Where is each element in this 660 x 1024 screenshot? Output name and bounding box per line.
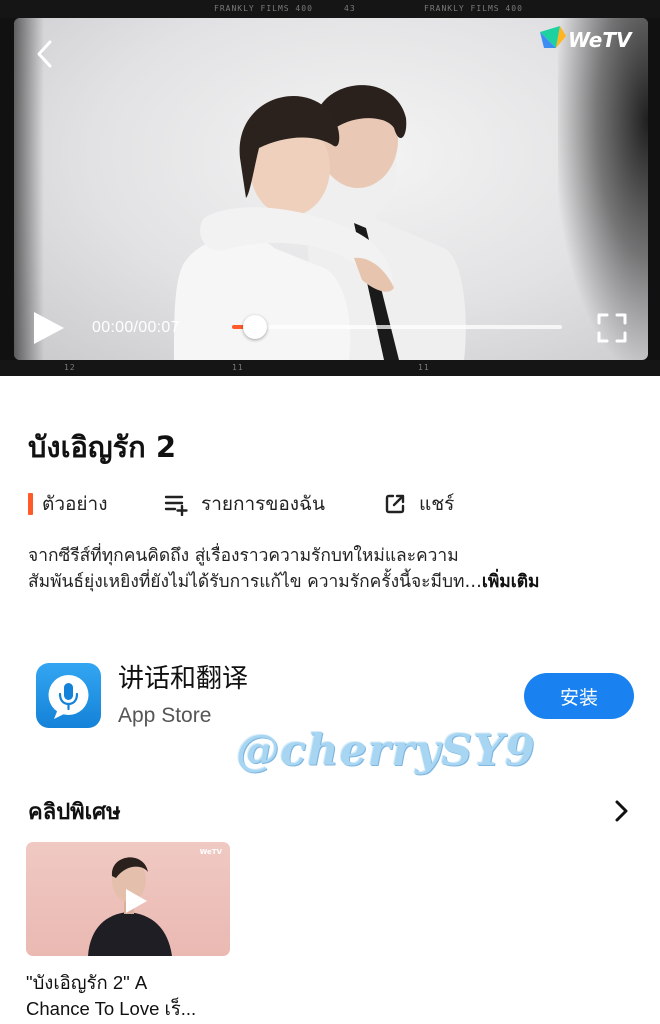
film-vignette-right (558, 18, 648, 360)
watermark-text: @cherrySY9 (236, 726, 536, 776)
share-button[interactable]: แชร์ (384, 489, 454, 519)
trailer-button[interactable]: ตัวอย่าง (28, 489, 108, 519)
clip-caption-line: Chance To Love เร็... (26, 998, 197, 1019)
video-player[interactable]: FRANKLY FILMS 400 43 FRANKLY FILMS 400 1… (0, 0, 660, 376)
clip-play-icon[interactable] (123, 887, 149, 915)
wetv-logo-icon: WeTV (540, 26, 633, 52)
add-to-list-icon (164, 495, 188, 516)
time-readout: 00:00/00:07 (92, 319, 180, 336)
synopsis-line: จากซีรีส์ที่ทุกคนคิดถึง สู่เรื่องราวความ… (28, 546, 459, 566)
app-icon[interactable] (36, 663, 101, 728)
my-list-label: รายการของฉัน (201, 493, 325, 515)
film-mark: 11 (418, 363, 430, 372)
action-row: ตัวอย่าง รายการของฉัน แชร์ (28, 489, 648, 519)
show-title: บังเอิญรัก 2 (28, 430, 177, 464)
film-mark: FRANKLY FILMS 400 (214, 4, 313, 13)
seek-thumb[interactable] (243, 315, 268, 339)
share-label: แชร์ (419, 493, 455, 515)
clip-caption-line: "บังเอิญรัก 2" A (26, 972, 148, 993)
install-button[interactable]: 安装 (524, 673, 634, 719)
video-frame[interactable] (14, 18, 648, 360)
clip-caption[interactable]: "บังเอิญรัก 2" A Chance To Love เร็... (26, 970, 246, 1022)
film-mark: 11 (232, 363, 244, 372)
film-mark: FRANKLY FILMS 400 (424, 4, 523, 13)
synopsis-text: สัมพันธ์ยุ่งเหยิงที่ยังไม่ได้รับการแก้ไข… (28, 572, 482, 592)
my-list-button[interactable]: รายการของฉัน (164, 489, 325, 519)
section-title: คลิปพิเศษ (28, 800, 121, 825)
back-arrow-icon[interactable] (30, 38, 60, 70)
read-more-link[interactable]: เพิ่มเติม (482, 572, 540, 592)
trailer-label: ตัวอย่าง (42, 493, 108, 515)
fullscreen-icon[interactable] (596, 312, 628, 344)
play-icon[interactable] (30, 310, 68, 346)
film-mark: 12 (64, 363, 76, 372)
wetv-logo-text: WeTV (568, 28, 633, 52)
clip-logo-text: WeTV (199, 848, 222, 856)
ad-app-name[interactable]: 讲话和翻译 (118, 658, 248, 695)
film-strip-top: FRANKLY FILMS 400 43 FRANKLY FILMS 400 (0, 0, 660, 18)
synopsis: จากซีรีส์ที่ทุกคนคิดถึง สู่เรื่องราวความ… (28, 543, 640, 595)
seek-bar[interactable] (232, 315, 562, 339)
share-icon (385, 494, 405, 514)
ad-store-label: App Store (118, 704, 212, 727)
film-mark: 43 (344, 4, 356, 13)
film-strip-bottom: 12 11 11 (0, 360, 660, 376)
trailer-indicator (28, 493, 33, 515)
video-still-image (174, 85, 466, 360)
microphone-icon (48, 675, 89, 719)
synopsis-line-2: สัมพันธ์ยุ่งเหยิงที่ยังไม่ได้รับการแก้ไข… (28, 569, 640, 595)
chevron-right-icon[interactable] (606, 796, 636, 826)
